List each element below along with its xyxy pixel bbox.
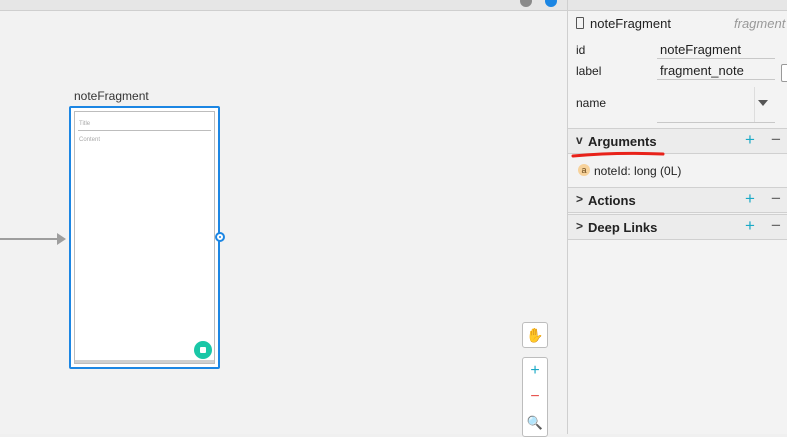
red-underline-annotation xyxy=(571,151,665,158)
section-arguments-title: Arguments xyxy=(588,134,657,149)
id-field[interactable]: noteFragment xyxy=(657,41,775,59)
incoming-action-arrow-icon xyxy=(57,233,66,245)
preview-bottom-bar xyxy=(75,360,214,363)
selected-destination-type: fragment xyxy=(734,16,786,31)
hand-icon: ✋ xyxy=(526,326,544,343)
name-label: name xyxy=(576,96,607,110)
preview-save-fab xyxy=(194,341,212,359)
toolbar-dot-icon[interactable] xyxy=(520,0,532,7)
argument-text: noteId: long (0L) xyxy=(594,164,682,178)
selected-destination-name: noteFragment xyxy=(590,16,671,31)
nav-graph-canvas[interactable]: noteFragment Title Content ✋ + − 🔍 xyxy=(0,0,567,437)
preview-title-field: Title xyxy=(78,118,211,131)
preview-content-field: Content xyxy=(79,137,101,143)
zoom-out-button[interactable]: − xyxy=(523,384,547,410)
label-field[interactable]: fragment_note xyxy=(657,62,775,80)
expand-chevron-icon[interactable]: > xyxy=(576,192,583,206)
expand-chevron-icon[interactable]: > xyxy=(576,219,583,233)
argument-type-badge: a xyxy=(578,164,590,176)
add-deep-link-button[interactable]: + xyxy=(745,216,755,236)
select-divider xyxy=(754,87,755,122)
panel-titlebar xyxy=(568,0,787,11)
remove-argument-button[interactable]: − xyxy=(771,130,781,150)
device-icon xyxy=(576,17,584,29)
section-actions[interactable]: > Actions + − xyxy=(568,187,787,213)
toolbar-info-icon[interactable] xyxy=(545,0,557,7)
save-icon xyxy=(200,347,206,353)
section-deep-links[interactable]: > Deep Links + − xyxy=(568,214,787,240)
zoom-in-button[interactable]: + xyxy=(523,358,547,384)
magnifier-icon: 🔍 xyxy=(526,415,544,430)
zoom-controls: + − 🔍 xyxy=(522,357,548,437)
label-resource-picker-button[interactable] xyxy=(781,64,787,82)
section-actions-title: Actions xyxy=(588,193,636,208)
attributes-panel: noteFragment fragment id noteFragment la… xyxy=(567,0,787,434)
fragment-node[interactable]: Title Content xyxy=(69,106,220,369)
add-action-button[interactable]: + xyxy=(745,189,755,209)
remove-action-button[interactable]: − xyxy=(771,189,781,209)
fragment-preview: Title Content xyxy=(74,111,215,364)
zoom-fit-button[interactable]: 🔍 xyxy=(523,410,547,436)
section-deep-links-title: Deep Links xyxy=(588,220,658,235)
id-label: id xyxy=(576,43,586,57)
chevron-down-icon[interactable] xyxy=(758,100,768,106)
expand-chevron-icon[interactable]: v xyxy=(576,133,583,147)
add-argument-button[interactable]: + xyxy=(745,130,755,150)
canvas-toolbar xyxy=(0,0,567,11)
label-label: label xyxy=(576,64,602,78)
remove-deep-link-button[interactable]: − xyxy=(771,216,781,236)
pan-tool-button[interactable]: ✋ xyxy=(522,322,548,348)
name-select[interactable] xyxy=(657,87,775,123)
panel-header: noteFragment fragment xyxy=(568,12,787,37)
action-handle[interactable] xyxy=(215,232,225,242)
fragment-label: noteFragment xyxy=(74,89,149,103)
incoming-action-line xyxy=(0,238,58,240)
